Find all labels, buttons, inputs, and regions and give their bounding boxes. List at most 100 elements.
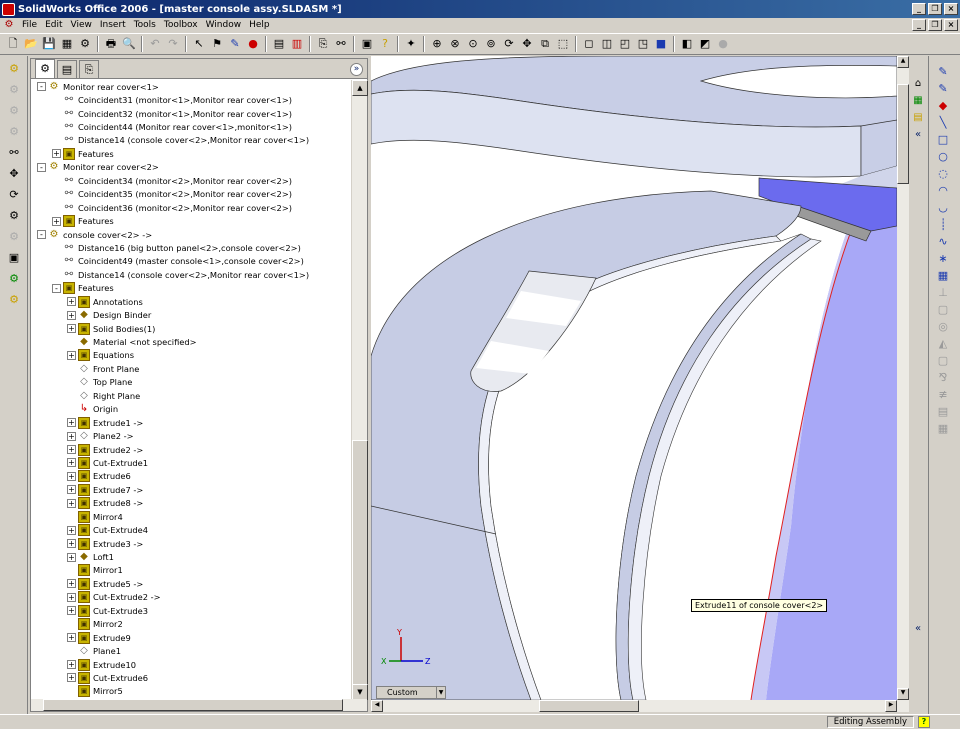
tree-item[interactable]: - ▣ Features	[31, 282, 351, 295]
expand-node-icon[interactable]: +	[67, 324, 76, 334]
tree-item[interactable]: + ◇ Plane2 ->	[31, 429, 351, 442]
tangent-arc-icon[interactable]: ◠	[933, 183, 953, 198]
redo-icon[interactable]: ↷	[165, 36, 181, 52]
expand-node-icon[interactable]: +	[67, 633, 76, 643]
tree-item[interactable]: + ▣ Extrude1 ->	[31, 416, 351, 429]
expand-node-icon[interactable]: +	[67, 297, 76, 307]
tree-item[interactable]: + ◆ Loft1	[31, 550, 351, 563]
expand-node-icon[interactable]: +	[67, 539, 76, 549]
tree-item[interactable]: + ▣ Cut-Extrude1	[31, 456, 351, 469]
save-icon[interactable]: 💾	[41, 36, 57, 52]
expand-node-icon[interactable]: +	[52, 149, 61, 159]
select-icon[interactable]: ↖	[191, 36, 207, 52]
expand-node-icon[interactable]: +	[67, 498, 76, 508]
edit-component-icon[interactable]: ⚙	[4, 124, 24, 140]
shaded-edges-icon[interactable]: ◳	[635, 36, 651, 52]
tree-item[interactable]: ↳ Origin	[31, 403, 351, 416]
expand-node-icon[interactable]: +	[67, 431, 76, 441]
scroll-thumb[interactable]	[352, 440, 368, 700]
options-icon[interactable]: ▤	[271, 36, 287, 52]
centerline-icon[interactable]: ┊	[933, 217, 953, 232]
collapse-task-pane-icon[interactable]: «	[911, 128, 925, 142]
circle-icon[interactable]: ○	[933, 149, 953, 164]
tree-item[interactable]: ⚯ Coincident32 (monitor<1>,Monitor rear c…	[31, 107, 351, 120]
print-icon[interactable]: 🖶	[103, 36, 119, 52]
expand-node-icon[interactable]: +	[67, 471, 76, 481]
traffic-light-icon[interactable]: ●	[245, 36, 261, 52]
tree-item[interactable]: + ◆ Design Binder	[31, 308, 351, 321]
spline-icon[interactable]: ∿	[933, 234, 953, 249]
collapse-node-icon[interactable]: -	[37, 162, 46, 172]
change-suppression-icon[interactable]: ⚙	[4, 103, 24, 119]
home-icon[interactable]: ⌂	[911, 77, 925, 91]
simulation-icon[interactable]: ⚙	[4, 292, 24, 308]
expand-node-icon[interactable]: +	[67, 552, 76, 562]
tree-item[interactable]: + ▣ Cut-Extrude4	[31, 523, 351, 537]
tree-item[interactable]: + ▣ Extrude3 ->	[31, 537, 351, 550]
tree-item[interactable]: + ▣ Extrude2 ->	[31, 443, 351, 456]
tree-item[interactable]: ◆ Material <not specified>	[31, 335, 351, 348]
expand-task-pane-icon[interactable]: «	[911, 622, 925, 636]
tree-item[interactable]: ⚯ Coincident36 (monitor<2>,Monitor rear c…	[31, 201, 351, 214]
convert-entities-icon[interactable]: ◭	[933, 336, 953, 351]
tree-item[interactable]: + ▣ Solid Bodies(1)	[31, 322, 351, 335]
trim-entities-icon[interactable]: ⅋	[933, 370, 953, 385]
expand-node-icon[interactable]: +	[67, 350, 76, 360]
expand-node-icon[interactable]: +	[67, 660, 76, 670]
tree-item[interactable]: ⚯ Coincident49 (master console<1>,console…	[31, 255, 351, 268]
select-filter-icon[interactable]: ⚑	[209, 36, 225, 52]
minimize-button[interactable]: _	[912, 3, 926, 15]
offset-entities-icon[interactable]: ▢	[933, 353, 953, 368]
features-flyout-icon[interactable]: ⚙	[4, 271, 24, 287]
tree-item[interactable]: + ▣ Cut-Extrude6	[31, 671, 351, 684]
menu-toolbox[interactable]: Toolbox	[160, 20, 202, 30]
tab-feature-tree[interactable]: ⚙	[35, 59, 55, 78]
wireframe-icon[interactable]: ◻	[581, 36, 597, 52]
expand-panel-button[interactable]: »	[350, 63, 363, 76]
tree-item[interactable]: ◇ Front Plane	[31, 362, 351, 375]
expand-node-icon[interactable]: +	[52, 216, 61, 226]
collapse-node-icon[interactable]: -	[37, 82, 46, 92]
file-explorer-icon[interactable]: ▤	[911, 111, 925, 125]
expand-node-icon[interactable]: +	[67, 485, 76, 495]
expand-node-icon[interactable]: +	[67, 579, 76, 589]
zoom-to-selection-icon[interactable]: ⊚	[483, 36, 499, 52]
help-question-icon[interactable]: ?	[918, 716, 930, 728]
tree-item[interactable]: + ▣ Annotations	[31, 295, 351, 308]
scroll-down-button[interactable]: ▼	[352, 684, 368, 700]
expand-node-icon[interactable]: +	[67, 673, 76, 683]
tree-item[interactable]: ⚯ Distance14 (console cover<2>,Monitor re…	[31, 268, 351, 281]
standard-views-icon[interactable]: ⧉	[537, 36, 553, 52]
realview-icon[interactable]: ●	[715, 36, 731, 52]
sketch-icon[interactable]: ▣	[359, 36, 375, 52]
mate-tool-icon[interactable]: ⚯	[4, 145, 24, 161]
3d-sketch-icon[interactable]: ✎	[933, 81, 953, 96]
extend-entities-icon[interactable]: ≢	[933, 387, 953, 402]
tree-item[interactable]: ⚯ Distance16 (big button panel<2>,console…	[31, 241, 351, 254]
expand-node-icon[interactable]: +	[67, 310, 76, 320]
tree-item[interactable]: ▣ Mirror4	[31, 510, 351, 523]
block-icon[interactable]: ▦	[933, 421, 953, 436]
collapse-node-icon[interactable]: -	[52, 283, 61, 293]
section-view-icon[interactable]: ◧	[679, 36, 695, 52]
linear-pattern-icon[interactable]: ▤	[933, 404, 953, 419]
menu-edit[interactable]: Edit	[41, 20, 66, 30]
tree-item[interactable]: ⚯ Coincident44 (Monitor rear cover<1>,mon…	[31, 120, 351, 133]
tree-item[interactable]: - ⚙ Monitor rear cover<2>	[31, 161, 351, 174]
view-selector-dropdown-icon[interactable]: ▼	[436, 687, 445, 698]
menu-insert[interactable]: Insert	[96, 20, 130, 30]
add-relation-icon[interactable]: ⊥	[933, 285, 953, 300]
tree-item[interactable]: ⚯ Coincident31 (monitor<1>,Monitor rear c…	[31, 93, 351, 106]
make-drawing-icon[interactable]: ▦	[59, 36, 75, 52]
rotate-view-icon[interactable]: ⟳	[501, 36, 517, 52]
zoom-to-area-icon[interactable]: ⊗	[447, 36, 463, 52]
open-file-icon[interactable]: 📂	[23, 36, 39, 52]
hide-show-icon[interactable]: ⚙	[4, 82, 24, 98]
help-icon[interactable]: ?	[377, 36, 393, 52]
menu-window[interactable]: Window	[202, 20, 246, 30]
view-orientation-icon[interactable]: ✦	[403, 36, 419, 52]
rectangle-icon[interactable]: □	[933, 132, 953, 147]
graphics-vertical-scrollbar[interactable]: ▲ ▼	[897, 56, 909, 700]
tree-item[interactable]: ⚯ Coincident34 (monitor<2>,Monitor rear c…	[31, 174, 351, 187]
tree-item[interactable]: + ▣ Cut-Extrude3	[31, 604, 351, 617]
